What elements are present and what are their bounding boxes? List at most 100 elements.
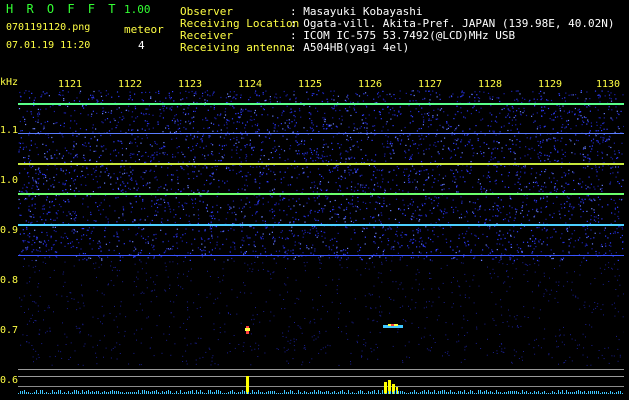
noise-pixel [454, 257, 456, 259]
noise-pixel [469, 96, 471, 98]
noise-pixel [214, 165, 216, 167]
noise-pixel [214, 298, 216, 300]
noise-pixel [294, 244, 296, 246]
noise-pixel [606, 154, 608, 156]
noise-pixel [93, 90, 95, 93]
noise-pixel [95, 176, 97, 178]
noise-pixel [119, 313, 121, 315]
noise-pixel [269, 190, 271, 192]
noise-pixel [470, 251, 472, 253]
noise-pixel [562, 153, 564, 155]
noise-pixel [541, 110, 543, 112]
noise-pixel [483, 152, 485, 154]
noise-pixel [601, 187, 603, 190]
noise-pixel [400, 209, 402, 211]
noise-pixel [134, 263, 136, 265]
noise-pixel [550, 181, 552, 183]
noise-pixel [270, 134, 272, 136]
noise-pixel [283, 347, 285, 349]
noise-pixel [557, 301, 559, 303]
noise-pixel [506, 264, 508, 265]
noise-pixel [484, 222, 486, 224]
noise-pixel [309, 105, 311, 108]
noise-pixel [404, 157, 406, 159]
noise-pixel [104, 171, 106, 173]
noise-pixel [50, 237, 52, 239]
noise-pixel [345, 325, 347, 327]
noise-pixel [492, 130, 494, 132]
noise-pixel [78, 253, 81, 255]
noise-pixel [41, 343, 43, 345]
noise-pixel [538, 144, 540, 147]
noise-pixel [540, 197, 542, 199]
noise-pixel [233, 335, 235, 336]
noise-pixel [332, 108, 334, 110]
noise-pixel [136, 329, 138, 331]
noise-pixel [469, 101, 471, 104]
noise-pixel [224, 114, 227, 116]
noise-pixel [135, 234, 137, 236]
noise-pixel [236, 128, 238, 130]
noise-pixel [166, 248, 168, 250]
noise-pixel [445, 322, 447, 324]
noise-pixel [432, 90, 434, 92]
noise-pixel [154, 214, 156, 216]
noise-pixel [263, 311, 265, 312]
noise-pixel [515, 119, 517, 121]
noise-pixel [486, 177, 488, 179]
noise-pixel [599, 198, 601, 201]
noise-pixel [423, 98, 426, 100]
noise-pixel [352, 206, 354, 208]
noise-pixel [508, 309, 509, 311]
noise-pixel [220, 231, 222, 233]
noise-pixel [262, 235, 264, 237]
noise-pixel [550, 99, 553, 102]
noise-pixel [582, 354, 584, 356]
noise-pixel [529, 189, 531, 191]
noise-pixel [596, 175, 598, 177]
noise-pixel [69, 242, 72, 244]
noise-pixel [325, 245, 327, 247]
noise-pixel [556, 196, 558, 198]
noise-pixel [545, 186, 547, 188]
noise-pixel [61, 157, 63, 159]
noise-pixel [550, 249, 552, 251]
noise-pixel [617, 295, 619, 297]
noise-pixel [178, 206, 180, 208]
noise-pixel [110, 265, 112, 267]
noise-pixel [98, 209, 100, 211]
noise-pixel [177, 120, 179, 122]
noise-pixel [615, 289, 617, 290]
noise-pixel [322, 150, 324, 153]
noise-pixel [68, 172, 71, 174]
noise-pixel [516, 209, 518, 211]
noise-pixel [310, 209, 312, 211]
noise-pixel [578, 108, 580, 110]
noise-pixel [390, 298, 392, 300]
noise-pixel [123, 117, 125, 119]
noise-pixel [360, 126, 362, 128]
noise-pixel [613, 150, 616, 152]
noise-pixel [354, 205, 357, 207]
noise-pixel [74, 110, 76, 112]
noise-pixel [82, 364, 84, 366]
noise-pixel [542, 197, 545, 199]
noise-pixel [551, 236, 553, 238]
noise-pixel [274, 179, 276, 181]
noise-pixel [106, 118, 109, 120]
noise-pixel [412, 90, 414, 92]
noise-pixel [218, 160, 220, 162]
noise-pixel [317, 168, 320, 170]
noise-pixel [487, 165, 489, 167]
noise-pixel [60, 206, 62, 208]
noise-pixel [63, 99, 65, 101]
noise-pixel [377, 196, 379, 198]
noise-pixel [586, 210, 588, 212]
noise-pixel [101, 121, 103, 123]
noise-pixel [71, 241, 73, 243]
noise-pixel [173, 117, 175, 120]
noise-pixel [142, 113, 144, 115]
x-tick-1128: 1128 [478, 79, 503, 90]
noise-pixel [336, 213, 338, 215]
noise-pixel [134, 108, 137, 110]
